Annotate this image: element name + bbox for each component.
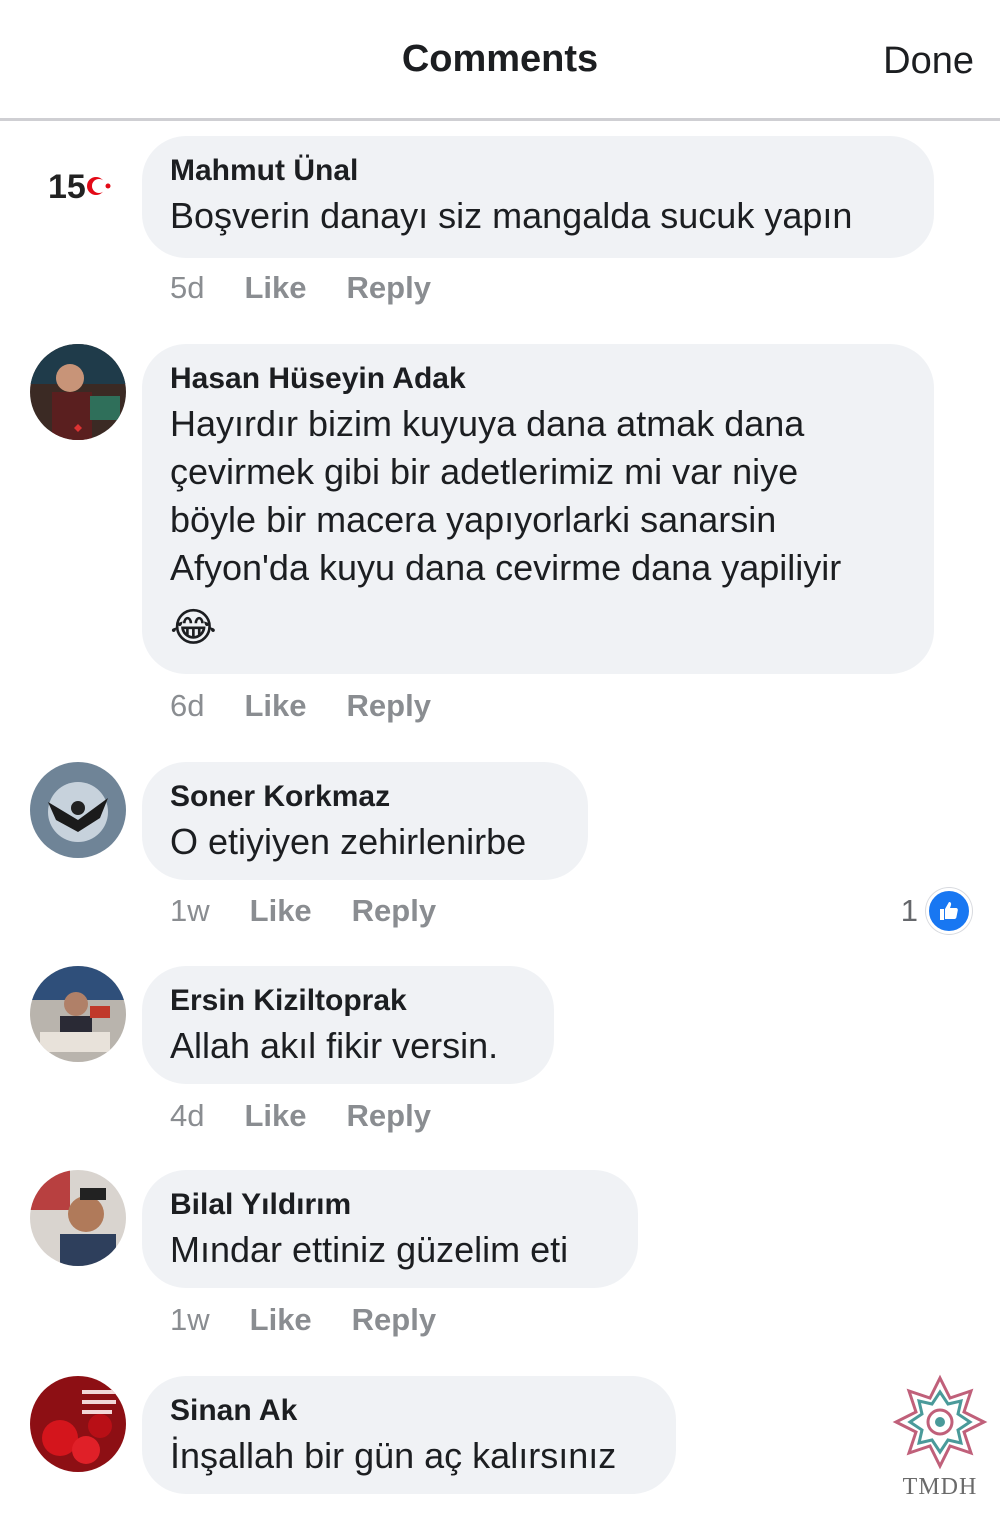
comment-bubble[interactable]: Bilal Yıldırım Mındar ettiniz güzelim et… <box>142 1170 638 1288</box>
comment-actions: 1w Like Reply <box>170 1302 436 1338</box>
comment-author[interactable]: Sinan Ak <box>170 1392 648 1430</box>
comment-bubble[interactable]: Ersin Kiziltoprak Allah akıl fikir versi… <box>142 966 554 1084</box>
reply-button[interactable]: Reply <box>347 270 431 306</box>
comment-time: 6d <box>170 688 205 723</box>
reaction-summary[interactable]: 1 <box>901 888 972 934</box>
avatar[interactable] <box>30 344 126 440</box>
comments-header: Comments Done <box>0 0 1000 121</box>
mandala-icon <box>892 1374 988 1470</box>
comment-author[interactable]: Ersin Kiziltoprak <box>170 982 526 1020</box>
comment-author[interactable]: Hasan Hüseyin Adak <box>170 360 906 398</box>
watermark-label: TMDH <box>902 1474 978 1500</box>
roses-photo-icon <box>30 1376 126 1472</box>
avatar[interactable] <box>30 1170 126 1266</box>
comment-time: 4d <box>170 1098 205 1133</box>
user-photo-icon <box>30 344 126 440</box>
comment-bubble[interactable]: Sinan Ak İnşallah bir gün aç kalırsınız <box>142 1376 676 1494</box>
avatar[interactable]: 15 <box>30 136 126 232</box>
user-photo-icon <box>30 1170 126 1266</box>
comment-text-line: böyle bir macera yapıyorlarki sanarsin <box>170 499 777 540</box>
comment-text-line: çevirmek gibi bir adetlerimiz mi var niy… <box>170 451 799 492</box>
reply-button[interactable]: Reply <box>352 893 436 929</box>
comment-text: İnşallah bir gün aç kalırsınız <box>170 1435 617 1476</box>
reply-button[interactable]: Reply <box>347 688 431 724</box>
comment-bubble[interactable]: Hasan Hüseyin Adak Hayırdır bizim kuyuya… <box>142 344 934 674</box>
comment-text-line: Afyon'da kuyu dana cevirme dana yapiliyi… <box>170 547 842 588</box>
laughing-emoji: 😂 <box>170 606 217 650</box>
comment-actions: 4d Like Reply <box>170 1098 431 1134</box>
comment-text: O etiyiyen zehirlenirbe <box>170 821 527 862</box>
user-photo-icon <box>30 762 126 858</box>
comment-actions: 1w Like Reply <box>170 893 436 929</box>
comment-author[interactable]: Soner Korkmaz <box>170 778 560 816</box>
like-button[interactable]: Like <box>244 270 306 306</box>
like-button[interactable]: Like <box>250 1302 312 1338</box>
like-button[interactable]: Like <box>250 893 312 929</box>
thumbs-up-icon <box>926 888 972 934</box>
comment-text: Boşverin danayı siz mangalda sucuk yapın <box>170 195 853 236</box>
avatar[interactable] <box>30 762 126 858</box>
avatar[interactable] <box>30 966 126 1062</box>
comment-text: Hayırdır bizim kuyuya dana atmak dana çe… <box>170 400 906 656</box>
comment-time: 5d <box>170 270 205 305</box>
comment-bubble[interactable]: Soner Korkmaz O etiyiyen zehirlenirbe <box>142 762 588 880</box>
svg-text:15: 15 <box>48 168 86 206</box>
like-button[interactable]: Like <box>244 688 306 724</box>
done-button[interactable]: Done <box>883 40 974 83</box>
reply-button[interactable]: Reply <box>352 1302 436 1338</box>
comment-author[interactable]: Bilal Yıldırım <box>170 1186 610 1224</box>
reaction-count: 1 <box>900 893 918 928</box>
comment-text: Mındar ettiniz güzelim eti <box>170 1229 569 1270</box>
avatar[interactable] <box>30 1376 126 1472</box>
comment-bubble[interactable]: Mahmut Ünal Boşverin danayı siz mangalda… <box>142 136 934 258</box>
comment-text-line: Hayırdır bizim kuyuya dana atmak dana <box>170 403 805 444</box>
comment-actions: 5d Like Reply <box>170 270 431 306</box>
comment-author[interactable]: Mahmut Ünal <box>170 152 906 190</box>
comment-time: 1w <box>170 1302 210 1337</box>
flag-15-icon: 15 <box>30 136 126 232</box>
page-title: Comments <box>401 38 599 80</box>
user-photo-icon <box>30 966 126 1062</box>
comment-actions: 6d Like Reply <box>170 688 431 724</box>
comment-time: 1w <box>170 893 210 928</box>
like-button[interactable]: Like <box>244 1098 306 1134</box>
reply-button[interactable]: Reply <box>347 1098 431 1134</box>
watermark-logo: TMDH <box>890 1372 990 1507</box>
comment-text: Allah akıl fikir versin. <box>170 1025 499 1066</box>
